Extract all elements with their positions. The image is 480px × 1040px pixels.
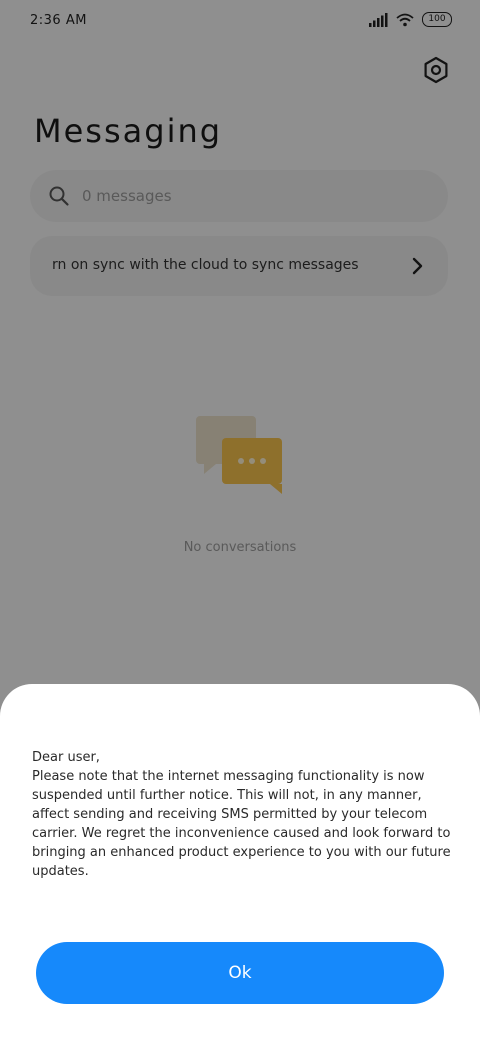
dialog-greeting: Dear user, <box>32 750 100 765</box>
dialog-body: Please note that the internet messaging … <box>32 769 451 879</box>
ok-button[interactable]: Ok <box>36 942 444 1004</box>
notice-dialog: Dear user, Please note that the internet… <box>0 684 480 1040</box>
dialog-message: Dear user, Please note that the internet… <box>32 748 460 881</box>
